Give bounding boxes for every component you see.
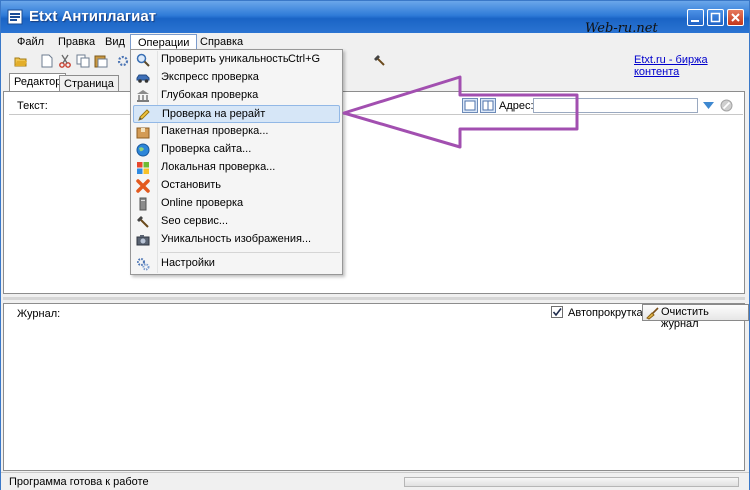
- menu-item-label: Seo сервис...: [161, 215, 229, 227]
- menu-item-image-uniqueness[interactable]: Уникальность изображения...: [133, 231, 340, 249]
- menu-item-express-check[interactable]: Экспресс проверка: [133, 69, 340, 87]
- menu-item-label: Остановить: [161, 179, 222, 191]
- paste-icon[interactable]: [94, 54, 108, 68]
- maximize-icon: [710, 12, 721, 23]
- menu-item-seo-service[interactable]: Seo сервис...: [133, 213, 340, 231]
- app-icon: [7, 9, 23, 25]
- menu-separator: [160, 252, 340, 253]
- menu-item-local-check[interactable]: Локальная проверка...: [133, 159, 340, 177]
- tab-editor[interactable]: Редактор: [9, 73, 67, 91]
- menu-item-label: Экспресс проверка: [161, 71, 259, 83]
- new-document-icon[interactable]: [40, 54, 54, 68]
- menu-view[interactable]: Вид: [105, 36, 125, 48]
- maximize-button[interactable]: [707, 9, 724, 26]
- hammer-icon[interactable]: [373, 54, 387, 68]
- dropdown-arrow-icon[interactable]: [702, 99, 715, 112]
- pencil-icon: [138, 109, 150, 121]
- menu-item-label: Уникальность изображения...: [161, 233, 312, 245]
- app-window: Etxt Антиплагиат Web-ru.net Файл Правка …: [0, 0, 750, 490]
- annotation-arrow-icon: [342, 75, 579, 149]
- bank-icon: [137, 90, 149, 102]
- stop-load-icon[interactable]: [720, 99, 733, 112]
- autoscroll-label[interactable]: Автопрокрутка: [568, 307, 643, 319]
- menu-item-label: Проверка сайта...: [161, 143, 252, 155]
- package-icon: [136, 127, 150, 139]
- menu-item-label: Локальная проверка...: [161, 161, 276, 173]
- menu-item-label: Глубокая проверка: [161, 89, 259, 101]
- journal-label: Журнал:: [17, 308, 61, 320]
- menu-item-batch-check[interactable]: Пакетная проверка...: [133, 123, 340, 141]
- cut-icon[interactable]: [58, 54, 72, 68]
- windows-icon: [137, 162, 149, 174]
- status-text: Программа готова к работе: [9, 476, 149, 488]
- checkmark-icon: [552, 308, 562, 317]
- autoscroll-checkbox[interactable]: [551, 306, 563, 318]
- menu-item-settings[interactable]: Настройки: [133, 255, 340, 273]
- car-icon: [136, 74, 150, 83]
- panel-splitter[interactable]: [3, 297, 745, 300]
- menu-item-deep-check[interactable]: Глубокая проверка: [133, 87, 340, 105]
- menu-item-label: Настройки: [161, 257, 215, 269]
- menu-bar: Файл Правка Вид Операции Справка: [1, 33, 749, 51]
- open-folder-icon[interactable]: [14, 54, 28, 68]
- menu-item-online-check[interactable]: Online проверка: [133, 195, 340, 213]
- menu-edit[interactable]: Правка: [58, 36, 95, 48]
- clear-log-button[interactable]: Очистить журнал: [642, 304, 749, 330]
- menu-item-rewrite-check[interactable]: Проверка на рерайт: [133, 105, 340, 123]
- menu-item-shortcut: Ctrl+G: [288, 53, 321, 65]
- close-button[interactable]: [727, 9, 744, 26]
- status-bar: Программа готова к работе: [1, 472, 749, 490]
- menu-item-label: Online проверка: [161, 197, 244, 209]
- stop-icon: [136, 179, 150, 193]
- camera-icon: [136, 235, 150, 246]
- menu-item-stop[interactable]: Остановить: [133, 177, 340, 195]
- globe-icon: [136, 143, 150, 157]
- window-title: Etxt Антиплагиат: [29, 8, 157, 25]
- settings-icon[interactable]: [116, 54, 130, 68]
- menu-item-check-uniqueness[interactable]: Проверить уникальность Ctrl+G: [133, 51, 340, 69]
- menu-item-label: Проверка на рерайт: [162, 108, 266, 120]
- journal-panel[interactable]: [3, 303, 745, 471]
- toolbar: Etxt.ru - биржа контента: [1, 51, 749, 78]
- broom-icon: [646, 307, 659, 320]
- menu-help[interactable]: Справка: [200, 36, 243, 48]
- close-icon: [731, 13, 740, 22]
- menu-item-label: Проверить уникальность: [161, 53, 289, 65]
- menu-item-site-check[interactable]: Проверка сайта...: [133, 141, 340, 159]
- menu-item-label: Пакетная проверка...: [161, 125, 269, 137]
- magnifier-icon: [136, 53, 150, 67]
- etxt-link[interactable]: Etxt.ru - биржа контента: [634, 54, 749, 78]
- operations-dropdown-menu: Проверить уникальность Ctrl+G Экспресс п…: [130, 49, 343, 275]
- copy-icon[interactable]: [76, 54, 90, 68]
- gears-icon: [137, 258, 150, 271]
- hammer-icon: [137, 216, 149, 228]
- text-label: Текст:: [17, 100, 48, 112]
- tab-page[interactable]: Страница: [59, 75, 119, 91]
- status-progress-bar: [404, 477, 739, 487]
- menu-file[interactable]: Файл: [17, 36, 44, 48]
- minimize-button[interactable]: [687, 9, 704, 26]
- minimize-icon: [691, 20, 699, 22]
- computer-icon: [139, 197, 147, 211]
